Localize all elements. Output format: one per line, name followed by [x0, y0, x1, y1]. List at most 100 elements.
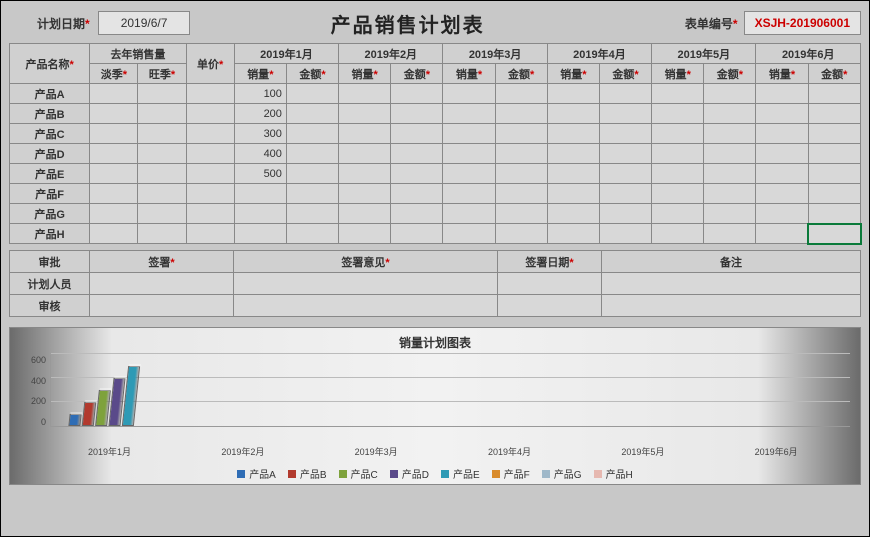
cell-amount[interactable]	[286, 184, 338, 204]
cell[interactable]	[90, 104, 138, 124]
cell-qty[interactable]: 300	[234, 124, 286, 144]
cell-amount[interactable]	[808, 204, 860, 224]
cell-qty[interactable]	[547, 204, 599, 224]
cell[interactable]	[138, 124, 186, 144]
cell-qty[interactable]	[443, 224, 495, 244]
cell-amount[interactable]	[391, 204, 443, 224]
cell[interactable]	[186, 124, 234, 144]
cell[interactable]	[186, 184, 234, 204]
cell-qty[interactable]	[652, 224, 704, 244]
cell-qty[interactable]: 100	[234, 84, 286, 104]
cell-qty[interactable]	[547, 84, 599, 104]
cell[interactable]	[186, 204, 234, 224]
cell-qty[interactable]	[339, 224, 391, 244]
cell[interactable]	[138, 84, 186, 104]
cell-qty[interactable]	[547, 144, 599, 164]
cell-amount[interactable]	[286, 164, 338, 184]
cell-amount[interactable]	[599, 84, 651, 104]
cell-qty[interactable]	[443, 124, 495, 144]
cell-amount[interactable]	[391, 184, 443, 204]
cell[interactable]	[90, 84, 138, 104]
cell-qty[interactable]	[339, 204, 391, 224]
cell-amount[interactable]	[495, 84, 547, 104]
cell-qty[interactable]	[756, 224, 808, 244]
cell-amount[interactable]	[391, 144, 443, 164]
cell-amount[interactable]	[808, 184, 860, 204]
cell-amount[interactable]	[808, 144, 860, 164]
cell[interactable]	[186, 104, 234, 124]
cell-amount[interactable]	[495, 224, 547, 244]
cell-amount[interactable]	[599, 104, 651, 124]
cell-qty[interactable]	[443, 204, 495, 224]
cell-qty[interactable]: 500	[234, 164, 286, 184]
cell[interactable]	[186, 224, 234, 244]
cell-amount[interactable]	[599, 144, 651, 164]
cell-amount[interactable]	[391, 124, 443, 144]
cell[interactable]	[138, 204, 186, 224]
cell[interactable]	[186, 144, 234, 164]
cell-amount[interactable]	[599, 124, 651, 144]
cell[interactable]	[138, 144, 186, 164]
cell-amount[interactable]	[495, 124, 547, 144]
cell-qty[interactable]	[756, 124, 808, 144]
cell[interactable]	[138, 184, 186, 204]
cell-amount[interactable]	[704, 164, 756, 184]
cell-amount[interactable]	[286, 144, 338, 164]
cell-amount[interactable]	[391, 104, 443, 124]
cell-amount[interactable]	[391, 84, 443, 104]
cell-qty[interactable]	[339, 184, 391, 204]
cell-amount[interactable]	[391, 224, 443, 244]
cell-qty[interactable]	[652, 184, 704, 204]
cell-qty[interactable]	[234, 184, 286, 204]
cell-qty[interactable]	[443, 104, 495, 124]
cell-amount[interactable]	[286, 84, 338, 104]
cell-qty[interactable]	[443, 164, 495, 184]
cell-qty[interactable]: 400	[234, 144, 286, 164]
cell-amount[interactable]	[286, 124, 338, 144]
cell-amount[interactable]	[286, 204, 338, 224]
cell-amount[interactable]	[286, 104, 338, 124]
cell-amount[interactable]	[599, 184, 651, 204]
cell-amount[interactable]	[599, 164, 651, 184]
cell[interactable]	[90, 144, 138, 164]
cell-amount[interactable]	[704, 204, 756, 224]
cell-amount[interactable]	[704, 84, 756, 104]
cell-qty[interactable]	[652, 84, 704, 104]
cell-amount[interactable]	[495, 184, 547, 204]
cell[interactable]	[138, 164, 186, 184]
cell-qty[interactable]	[652, 144, 704, 164]
cell-qty[interactable]	[547, 124, 599, 144]
cell-amount[interactable]	[808, 164, 860, 184]
cell-qty[interactable]	[547, 164, 599, 184]
cell-qty[interactable]	[443, 144, 495, 164]
cell-qty[interactable]	[234, 224, 286, 244]
cell-amount[interactable]	[495, 204, 547, 224]
cell[interactable]	[90, 164, 138, 184]
cell-qty[interactable]	[339, 104, 391, 124]
cell-amount[interactable]	[495, 144, 547, 164]
cell-amount[interactable]	[391, 164, 443, 184]
cell[interactable]	[90, 224, 138, 244]
cell-qty[interactable]	[547, 224, 599, 244]
cell-amount[interactable]	[808, 104, 860, 124]
cell-qty[interactable]	[756, 144, 808, 164]
cell-qty[interactable]	[652, 204, 704, 224]
cell-qty[interactable]	[339, 124, 391, 144]
cell-qty[interactable]: 200	[234, 104, 286, 124]
cell-amount[interactable]	[704, 124, 756, 144]
cell-amount[interactable]	[808, 124, 860, 144]
cell-amount[interactable]	[286, 224, 338, 244]
cell-qty[interactable]	[339, 84, 391, 104]
cell-amount[interactable]	[808, 224, 860, 244]
cell-amount[interactable]	[599, 204, 651, 224]
cell-amount[interactable]	[704, 144, 756, 164]
cell-amount[interactable]	[704, 224, 756, 244]
cell[interactable]	[90, 124, 138, 144]
cell-qty[interactable]	[652, 124, 704, 144]
cell-qty[interactable]	[652, 104, 704, 124]
cell-amount[interactable]	[808, 84, 860, 104]
form-no-value[interactable]: XSJH-201906001	[744, 11, 861, 35]
cell-qty[interactable]	[547, 184, 599, 204]
cell-qty[interactable]	[339, 164, 391, 184]
cell-qty[interactable]	[756, 184, 808, 204]
